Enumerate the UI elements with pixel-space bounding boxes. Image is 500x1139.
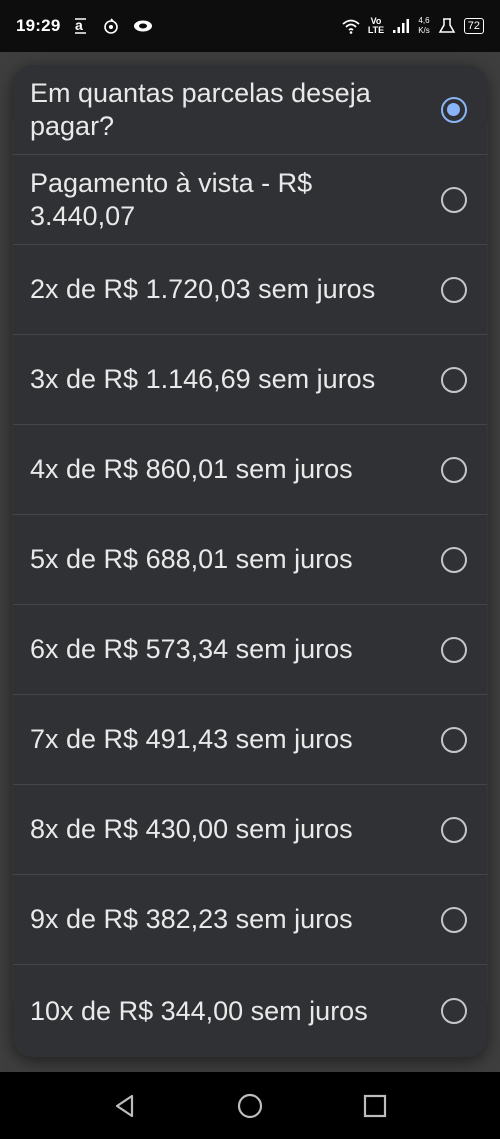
option-row-7[interactable]: 7x de R$ 491,43 sem juros <box>13 695 487 785</box>
radio-button[interactable] <box>441 456 467 483</box>
dialog-title-row[interactable]: Em quantas parcelas deseja pagar? <box>13 65 487 155</box>
option-label: Pagamento à vista - R$ 3.440,07 <box>30 167 313 231</box>
status-left: 19:29 a <box>16 16 154 36</box>
option-row-2[interactable]: 2x de R$ 1.720,03 sem juros <box>13 245 487 335</box>
option-row-3[interactable]: 3x de R$ 1.146,69 sem juros <box>13 335 487 425</box>
option-label: 2x de R$ 1.720,03 sem juros <box>30 274 376 304</box>
option-row-6[interactable]: 6x de R$ 573,34 sem juros <box>13 605 487 695</box>
installments-dialog: Em quantas parcelas deseja pagar? Pagame… <box>13 65 487 1057</box>
option-label: 10x de R$ 344,00 sem juros <box>30 995 368 1026</box>
amazon-notification-icon: a <box>72 17 90 35</box>
recents-square-icon[interactable] <box>361 1092 389 1120</box>
radio-button[interactable] <box>441 546 467 573</box>
option-label: 9x de R$ 382,23 sem juros <box>30 904 353 934</box>
option-label: 3x de R$ 1.146,69 sem juros <box>30 364 376 394</box>
dialog-title: Em quantas parcelas deseja pagar? <box>30 77 371 141</box>
speed-unit: K/s <box>418 26 430 35</box>
option-row-4[interactable]: 4x de R$ 860,01 sem juros <box>13 425 487 515</box>
option-label: 8x de R$ 430,00 sem juros <box>30 814 353 844</box>
battery-indicator: 72 <box>463 18 484 34</box>
option-label: 6x de R$ 573,34 sem juros <box>30 634 353 664</box>
option-row-1[interactable]: Pagamento à vista - R$ 3.440,07 <box>13 155 487 245</box>
volte-bottom-label: LTE <box>367 25 385 35</box>
back-triangle-icon[interactable] <box>111 1092 139 1120</box>
battery-level: 72 <box>467 20 480 32</box>
app-notification-icon <box>102 17 120 35</box>
option-row-5[interactable]: 5x de R$ 688,01 sem juros <box>13 515 487 605</box>
wifi-icon <box>342 17 360 35</box>
home-circle-icon[interactable] <box>236 1092 264 1120</box>
clock: 19:29 <box>16 16 61 35</box>
radio-button[interactable] <box>441 726 467 753</box>
volte-indicator: Vo LTE <box>368 17 384 35</box>
lab-flask-icon <box>438 17 456 35</box>
speed-value: 4,6 <box>418 16 430 25</box>
radio-button[interactable] <box>441 636 467 663</box>
radio-button[interactable] <box>441 906 467 933</box>
option-row-10[interactable]: 10x de R$ 344,00 sem juros <box>13 965 487 1057</box>
signal-icon <box>392 17 410 35</box>
radio-button[interactable] <box>441 816 467 843</box>
screen: 19:29 a Vo LTE 4,6 K/s 72 Em quantas par… <box>0 0 500 1139</box>
radio-button[interactable] <box>441 186 467 213</box>
radio-button[interactable] <box>441 276 467 303</box>
status-right: Vo LTE 4,6 K/s 72 <box>342 16 484 36</box>
eye-notification-icon <box>132 17 154 35</box>
option-row-8[interactable]: 8x de R$ 430,00 sem juros <box>13 785 487 875</box>
option-label: 4x de R$ 860,01 sem juros <box>30 454 353 484</box>
radio-button[interactable] <box>441 366 467 393</box>
option-label: 7x de R$ 491,43 sem juros <box>30 724 353 754</box>
status-bar: 19:29 a Vo LTE 4,6 K/s 72 <box>0 0 500 52</box>
option-label: 5x de R$ 688,01 sem juros <box>30 544 353 574</box>
navigation-bar <box>0 1072 500 1139</box>
radio-button-selected[interactable] <box>441 96 467 123</box>
radio-button[interactable] <box>441 998 467 1024</box>
option-row-9[interactable]: 9x de R$ 382,23 sem juros <box>13 875 487 965</box>
network-speed: 4,6 K/s <box>418 16 430 36</box>
